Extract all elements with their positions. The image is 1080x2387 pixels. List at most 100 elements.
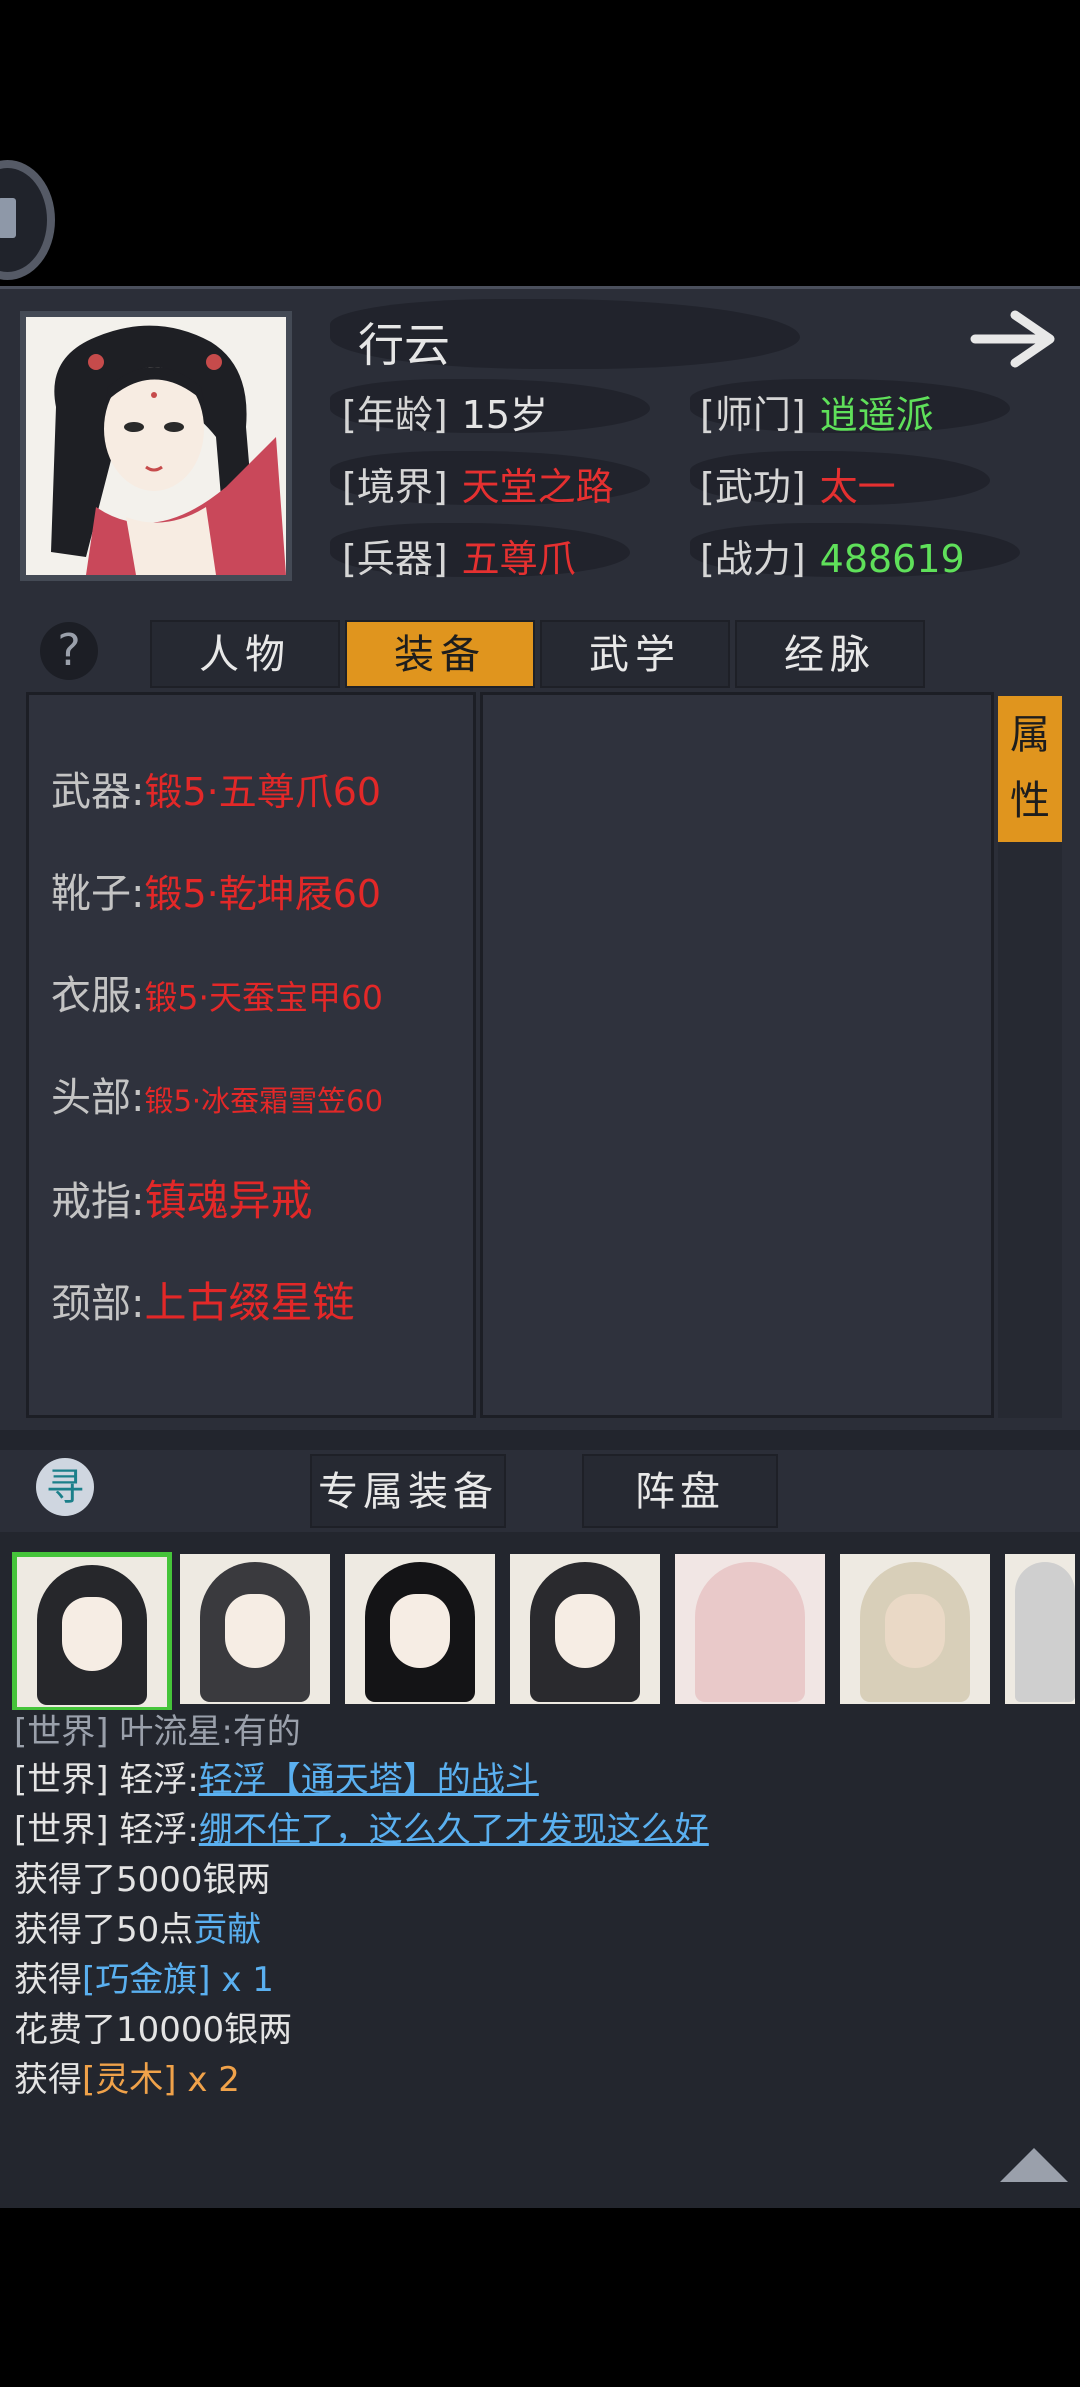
item-name: 锻5·乾坤屐60 [144, 872, 382, 916]
portrait-art [26, 317, 286, 575]
age-value: 15岁 [461, 393, 549, 437]
item-name: 锻5·冰蚕霜雪笠60 [144, 1084, 384, 1118]
chat-line: 获得[灵木] x 2 [14, 2052, 240, 2101]
panel-divider [0, 1430, 1080, 1450]
chat-sender: 轻浮: [119, 1810, 199, 1850]
attr-char-1: 属 [1010, 712, 1050, 758]
info-power: [战力] 488619 [700, 528, 965, 583]
chat-contribution: 贡献 [193, 1910, 262, 1950]
chat-line: 获得[巧金旗] x 1 [14, 1952, 274, 2001]
weapon-label: [兵器] [342, 537, 448, 581]
chat-message-link[interactable]: 绷不住了，这么久了才发现这么好 [199, 1810, 709, 1850]
weapon-value: 五尊爪 [461, 537, 576, 581]
chat-item[interactable]: [灵木] [82, 2060, 177, 2100]
attributes-side-strip [998, 842, 1062, 1418]
info-sect: [师门] 逍遥派 [700, 384, 934, 439]
chat-item[interactable]: [巧金旗] [82, 1960, 211, 2000]
slot-label: 颈部: [51, 1281, 145, 1327]
tab-meridians[interactable]: 经脉 [735, 620, 925, 688]
equip-row-head[interactable]: 头部:锻5·冰蚕霜雪笠60 [51, 1065, 383, 1123]
power-value: 488619 [819, 537, 965, 581]
info-skill: [武功] 太一 [700, 456, 896, 511]
hero-portrait[interactable] [675, 1554, 825, 1704]
character-name: 行云 [358, 318, 450, 372]
info-weapon: [兵器] 五尊爪 [342, 528, 576, 583]
equip-row-clothes[interactable]: 衣服:锻5·天蚕宝甲60 [51, 963, 383, 1021]
chat-line: 获得了50点贡献 [14, 1902, 261, 1951]
slot-label: 衣服: [51, 973, 145, 1019]
character-portrait [20, 311, 292, 581]
chat-channel: [世界] [14, 1810, 109, 1850]
exclusive-equipment-button[interactable]: 专属装备 [310, 1454, 506, 1528]
sect-value: 逍遥派 [819, 393, 934, 437]
hero-portrait[interactable] [345, 1554, 495, 1704]
chat-line: 获得了5000银两 [14, 1860, 271, 1900]
slot-label: 武器: [51, 769, 145, 815]
hero-face [62, 1597, 122, 1671]
item-name: 镇魂异戒 [144, 1176, 313, 1225]
corner-menu-button[interactable] [0, 160, 55, 280]
chat-channel: [世界] [14, 1712, 109, 1752]
item-name: 锻5·五尊爪60 [144, 770, 382, 814]
equip-row-boots[interactable]: 靴子:锻5·乾坤屐60 [51, 861, 381, 919]
skill-value: 太一 [819, 465, 896, 509]
hero-roster [0, 1532, 1080, 1712]
chat-channel: [世界] [14, 1760, 109, 1800]
chat-qty: x 2 [187, 2060, 240, 2100]
corner-menu-icon [0, 198, 16, 238]
tab-equipment[interactable]: 装备 [345, 620, 535, 688]
hero-portrait[interactable] [12, 1552, 172, 1712]
hero-portrait[interactable] [180, 1554, 330, 1704]
hero-portrait[interactable] [510, 1554, 660, 1704]
info-age: [年龄] 15岁 [342, 384, 548, 439]
info-realm: [境界] 天堂之路 [342, 456, 614, 511]
search-swirl-icon[interactable]: 寻 [36, 1458, 94, 1516]
attr-char-2: 性 [1010, 778, 1050, 824]
age-label: [年龄] [342, 393, 448, 437]
character-header: 行云 [年龄] 15岁 [师门] 逍遥派 [境界] 天堂之路 [武功] 太一 [兵器] 五… [0, 286, 1080, 602]
hero-portrait[interactable] [840, 1554, 990, 1704]
skill-label: [武功] [700, 465, 806, 509]
hero-hair [1015, 1562, 1075, 1702]
question-icon[interactable]: ? [40, 622, 98, 680]
chat-line: 花费了10000银两 [14, 2010, 293, 2050]
equipment-detail [480, 692, 994, 1418]
chat-line: [世界] 轻浮:轻浮【通天塔】的战斗 [14, 1752, 539, 1801]
attributes-button[interactable]: 属 性 [998, 696, 1062, 842]
realm-value: 天堂之路 [461, 465, 614, 509]
chat-qty: x 1 [221, 1960, 274, 2000]
hero-face [885, 1594, 945, 1668]
chat-sender: 叶流星: [119, 1712, 233, 1752]
tab-martial-arts[interactable]: 武学 [540, 620, 730, 688]
equip-row-neck[interactable]: 颈部:上古缀星链 [51, 1269, 355, 1330]
slot-label: 靴子: [51, 871, 145, 917]
item-name: 锻5·天蚕宝甲60 [144, 978, 383, 1017]
hero-face [390, 1594, 450, 1668]
slot-label: 头部: [51, 1075, 145, 1121]
chat-text: 获得 [14, 1960, 82, 2000]
hero-portrait[interactable] [1005, 1554, 1075, 1704]
tab-character[interactable]: 人物 [150, 620, 340, 688]
power-label: [战力] [700, 537, 806, 581]
formation-button[interactable]: 阵盘 [582, 1454, 778, 1528]
item-name: 上古缀星链 [144, 1278, 355, 1327]
sect-label: [师门] [700, 393, 806, 437]
triangle-up-icon[interactable] [1000, 2148, 1068, 2182]
hero-face [225, 1594, 285, 1668]
chat-text: 获得 [14, 2060, 82, 2100]
chat-line: [世界] 叶流星:有的 [14, 1704, 301, 1753]
equip-row-ring[interactable]: 戒指:镇魂异戒 [51, 1167, 313, 1228]
action-row: 寻 专属装备 阵盘 [0, 1450, 1080, 1532]
chat-line: [世界] 轻浮:绷不住了，这么久了才发现这么好 [14, 1802, 709, 1851]
slot-label: 戒指: [51, 1179, 145, 1225]
hero-hair [695, 1562, 805, 1702]
chat-text: 获得了50点 [14, 1910, 194, 1950]
chat-message-link[interactable]: 轻浮【通天塔】的战斗 [199, 1760, 539, 1800]
realm-label: [境界] [342, 465, 448, 509]
chat-log: [世界] 叶流星:有的 [世界] 轻浮:轻浮【通天塔】的战斗 [世界] 轻浮:绷… [0, 1710, 1080, 2208]
arrow-right-icon[interactable] [970, 309, 1060, 369]
chat-sender: 轻浮: [119, 1760, 199, 1800]
hero-face [555, 1594, 615, 1668]
equip-row-weapon[interactable]: 武器:锻5·五尊爪60 [51, 759, 381, 817]
chat-message: 有的 [232, 1712, 301, 1752]
